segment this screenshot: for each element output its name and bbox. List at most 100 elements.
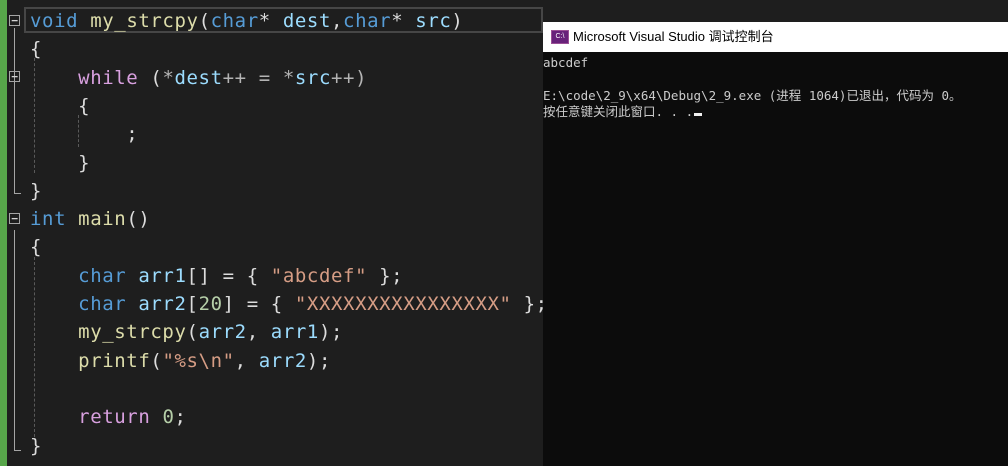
code-token: char — [343, 10, 392, 32]
code-token: ( — [150, 349, 163, 372]
code-line[interactable]: return 0; — [30, 403, 187, 431]
code-token: * — [391, 10, 416, 32]
code-line[interactable]: void my_strcpy(char* dest,char* src) — [30, 7, 463, 35]
code-line[interactable]: while (*dest++ = *src++) — [30, 64, 367, 92]
code-token: return — [78, 406, 151, 429]
code-token: main — [78, 208, 127, 231]
code-line[interactable]: printf("%s\n", arr2); — [30, 347, 331, 375]
fold-range-line — [14, 28, 15, 193]
debug-console-window[interactable]: C:\ Microsoft Visual Studio 调试控制台 abcdef… — [543, 22, 1008, 466]
code-token: [ — [186, 293, 199, 315]
code-token: }; — [367, 264, 404, 287]
code-token: } — [30, 179, 43, 202]
code-token: } — [30, 434, 43, 457]
console-cursor — [694, 113, 703, 116]
console-output-line: E:\code\2_9\x64\Debug\2_9.exe (进程 1064)已… — [543, 88, 962, 103]
code-line[interactable]: my_strcpy(arr2, arr1); — [30, 318, 343, 346]
code-token: * — [162, 66, 175, 89]
code-token: arr1 — [138, 264, 187, 287]
code-token: ; — [174, 406, 187, 429]
fold-range-end — [14, 193, 21, 194]
code-token: ); — [318, 321, 344, 344]
code-token: src — [415, 10, 452, 32]
code-token: "%s\n" — [162, 349, 235, 372]
code-token: ++) — [331, 66, 368, 89]
code-line[interactable]: { — [30, 92, 90, 120]
code-token: void — [30, 10, 79, 32]
code-line[interactable]: char arr2[20] = { "XXXXXXXXXXXXXXXX" }; — [30, 290, 543, 318]
code-token: , — [331, 10, 344, 32]
code-token: , — [246, 321, 271, 344]
code-token: }; — [523, 293, 543, 315]
code-token: * — [282, 66, 295, 89]
console-title: Microsoft Visual Studio 调试控制台 — [573, 29, 774, 44]
code-token: arr1 — [270, 321, 319, 344]
code-line[interactable]: char arr1[] = { "abcdef" }; — [30, 262, 403, 290]
code-token: ) — [451, 10, 464, 32]
code-line[interactable]: } — [30, 177, 42, 205]
code-token: src — [294, 66, 332, 89]
code-editor[interactable]: − − − void my_strcpy(char* dest,char* sr… — [0, 0, 543, 466]
code-token: char — [78, 293, 127, 315]
code-line[interactable]: ; — [30, 120, 138, 148]
fold-range-end — [14, 450, 21, 451]
code-token: "XXXXXXXXXXXXXXXX" — [294, 293, 512, 315]
code-token: arr2 — [198, 321, 247, 344]
change-tracking-bar — [0, 0, 7, 466]
code-token: my_strcpy — [90, 10, 199, 32]
code-token: } — [30, 151, 91, 174]
code-token: ] = { — [222, 293, 295, 315]
console-prompt-text: 按任意键关闭此窗口. . . — [543, 104, 694, 119]
code-token: ++ = — [222, 66, 283, 89]
code-token: ( — [198, 10, 211, 32]
code-token: * — [258, 10, 283, 32]
code-token: { — [30, 38, 43, 61]
code-token: ( — [138, 66, 163, 89]
code-token: 0 — [162, 406, 175, 429]
fold-toggle-main[interactable]: − — [9, 213, 20, 224]
code-line[interactable]: { — [30, 35, 42, 63]
code-token: "abcdef" — [270, 264, 368, 287]
code-token: ( — [186, 321, 199, 344]
console-title-bar[interactable]: C:\ Microsoft Visual Studio 调试控制台 — [543, 22, 1008, 52]
code-token: ; — [30, 123, 139, 146]
code-token: while — [78, 66, 139, 89]
code-token: [] = { — [186, 264, 271, 287]
code-token: char — [78, 264, 127, 287]
code-line[interactable]: int main() — [30, 205, 150, 233]
code-token: arr2 — [138, 293, 187, 315]
code-token: () — [126, 208, 151, 231]
code-token: { — [30, 94, 91, 117]
code-line[interactable]: { — [30, 233, 42, 261]
fold-toggle-while[interactable]: − — [9, 71, 20, 82]
code-token: arr2 — [258, 349, 307, 372]
code-token: ); — [306, 349, 331, 372]
fold-toggle-my-strcpy[interactable]: − — [9, 15, 20, 26]
code-line[interactable]: } — [30, 149, 90, 177]
code-token: dest — [282, 10, 331, 32]
code-token: my_strcpy — [78, 321, 187, 344]
code-token: printf — [78, 349, 151, 372]
fold-range-line — [14, 230, 15, 450]
console-app-icon: C:\ — [551, 30, 569, 44]
console-output-line: 按任意键关闭此窗口. . . — [543, 103, 703, 120]
code-token: , — [234, 349, 259, 372]
console-output-line: abcdef — [543, 55, 589, 70]
code-line[interactable]: } — [30, 432, 42, 460]
code-token: dest — [174, 66, 223, 89]
code-token: int — [30, 208, 67, 231]
code-token: 20 — [198, 293, 223, 315]
code-token: char — [210, 10, 259, 32]
code-token: { — [30, 236, 43, 259]
